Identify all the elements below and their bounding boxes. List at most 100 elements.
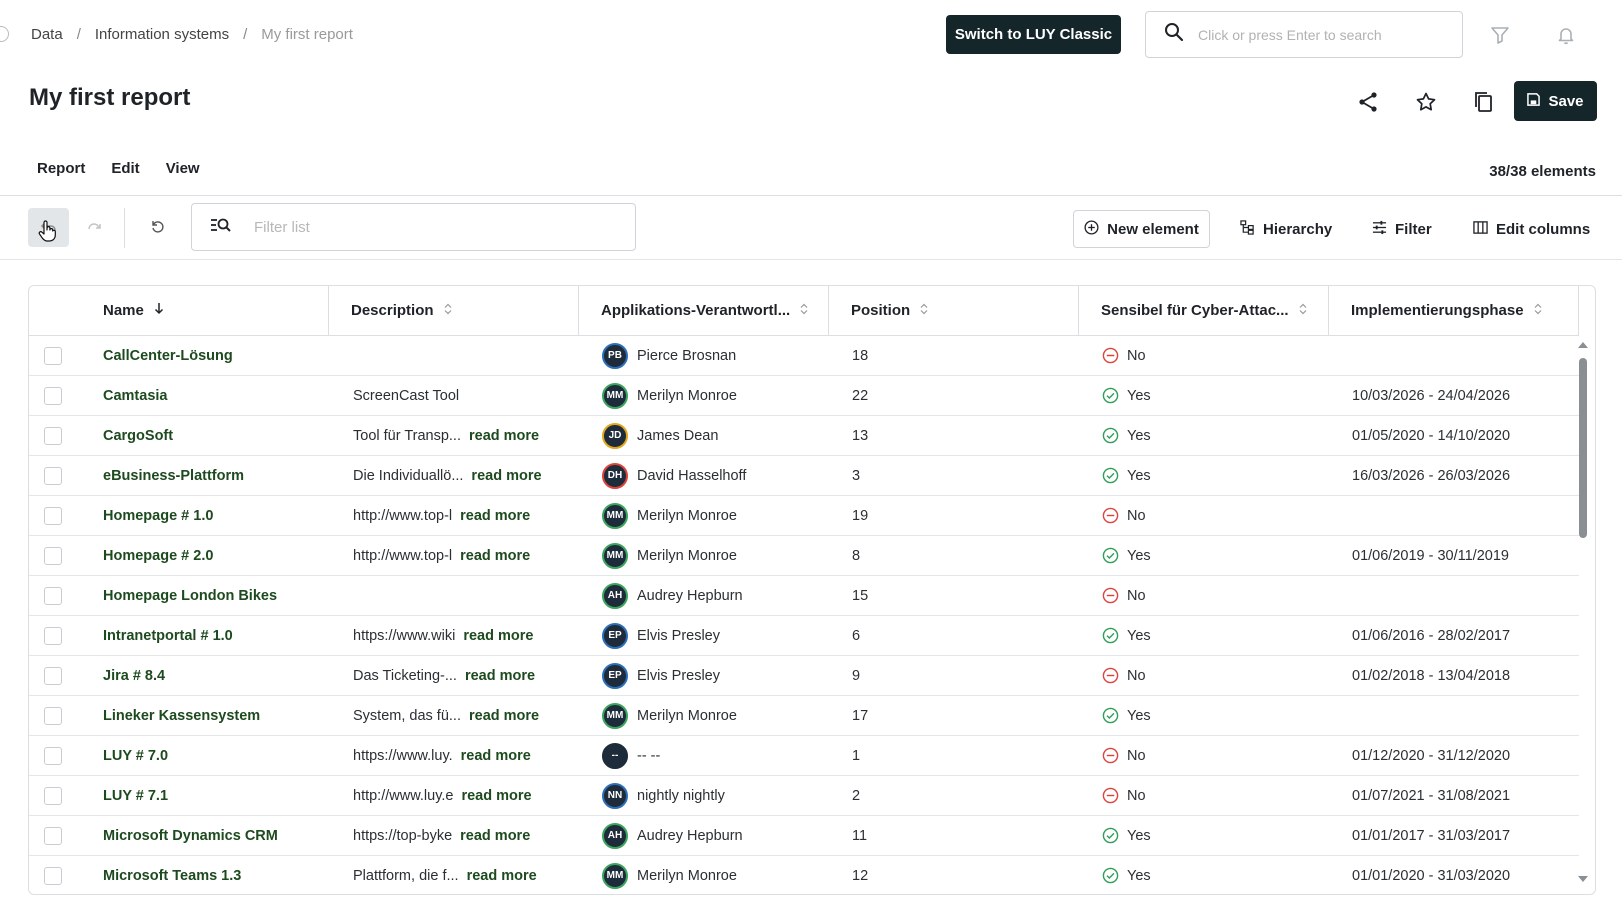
copy-icon[interactable] [1469, 88, 1497, 116]
avatar: MM [602, 542, 628, 569]
read-more-link[interactable]: read more [460, 508, 530, 524]
table-row[interactable]: Homepage London Bikes AH Audrey Hepburn 15 N… [29, 576, 1579, 616]
row-checkbox[interactable] [44, 707, 62, 725]
table-row[interactable]: Homepage # 2.0 http://www.top-l read more M… [29, 536, 1579, 576]
filter-list-field[interactable] [191, 203, 636, 251]
switch-classic-button[interactable]: Switch to LUY Classic [946, 15, 1121, 54]
row-checkbox[interactable] [44, 627, 62, 645]
table-row[interactable]: Lineker Kassensystem System, das fü... rea… [29, 696, 1579, 736]
position-cell: 12 [852, 867, 869, 884]
table-row[interactable]: Jira # 8.4 Das Ticketing-... read more EP El… [29, 656, 1579, 696]
row-checkbox[interactable] [44, 827, 62, 845]
column-header-cyber[interactable]: Sensibel für Cyber-Attac... [1079, 286, 1329, 335]
read-more-link[interactable]: read more [460, 828, 530, 844]
table-row[interactable]: Intranetportal # 1.0 https://www.wiki read… [29, 616, 1579, 656]
owner-cell: AH Audrey Hepburn [602, 582, 743, 609]
undo-button[interactable] [28, 208, 69, 247]
column-header-owner[interactable]: Applikations-Verantwortl... [579, 286, 829, 335]
element-name-link[interactable]: Microsoft Dynamics CRM [103, 828, 278, 844]
read-more-link[interactable]: read more [469, 708, 539, 724]
menu-view[interactable]: View [157, 160, 209, 177]
table-row[interactable]: Microsoft Teams 1.3 Plattform, die f... re… [29, 856, 1579, 894]
element-name-link[interactable]: CargoSoft [103, 428, 173, 444]
row-checkbox[interactable] [44, 507, 62, 525]
column-header-implementation[interactable]: Implementierungsphase [1329, 286, 1579, 335]
column-header-name[interactable]: Name [29, 286, 329, 335]
star-icon[interactable] [1412, 88, 1440, 116]
bell-icon[interactable] [1553, 22, 1579, 48]
hierarchy-button[interactable]: Hierarchy [1240, 210, 1332, 248]
global-search-input[interactable] [1196, 25, 1460, 44]
report-table: Name Description Applikations-Verantwort… [28, 285, 1596, 895]
read-more-link[interactable]: read more [463, 628, 533, 644]
table-row[interactable]: Microsoft Dynamics CRM https://top-byke re… [29, 816, 1579, 856]
table-row[interactable]: eBusiness-Plattform Die Individuallö... re… [29, 456, 1579, 496]
read-more-link[interactable]: read more [461, 788, 531, 804]
reset-button[interactable] [143, 212, 173, 242]
row-checkbox[interactable] [44, 747, 62, 765]
read-more-link[interactable]: read more [469, 428, 539, 444]
column-header-position[interactable]: Position [829, 286, 1079, 335]
share-icon[interactable] [1354, 88, 1382, 116]
element-name-link[interactable]: Lineker Kassensystem [103, 708, 260, 724]
redo-button[interactable] [80, 212, 110, 242]
filter-funnel-icon[interactable] [1487, 22, 1513, 48]
avatar: -- [602, 742, 628, 769]
element-name-link[interactable]: LUY # 7.0 [103, 748, 168, 764]
element-name-link[interactable]: Microsoft Teams 1.3 [103, 868, 241, 884]
row-checkbox[interactable] [44, 547, 62, 565]
column-header-description[interactable]: Description [329, 286, 579, 335]
row-checkbox[interactable] [44, 667, 62, 685]
breadcrumb-separator: / [76, 25, 81, 43]
read-more-link[interactable]: read more [465, 668, 535, 684]
scroll-thumb[interactable] [1579, 358, 1587, 538]
implementation-cell: 16/03/2026 - 26/03/2026 [1352, 467, 1511, 484]
read-more-link[interactable]: read more [460, 548, 530, 564]
menu-edit[interactable]: Edit [102, 160, 148, 177]
table-row[interactable]: CargoSoft Tool für Transp... read more JD Ja… [29, 416, 1579, 456]
element-name-link[interactable]: Jira # 8.4 [103, 668, 165, 684]
table-row[interactable]: CallCenter-Lösung PB Pierce Brosnan 18 No [29, 336, 1579, 376]
row-checkbox[interactable] [44, 387, 62, 405]
element-name-link[interactable]: Homepage # 2.0 [103, 548, 213, 564]
element-name-link[interactable]: Camtasia [103, 388, 167, 404]
table-row[interactable]: Homepage # 1.0 http://www.top-l read more M… [29, 496, 1579, 536]
owner-cell: JD James Dean [602, 422, 718, 449]
report-menu-bar: Report Edit View [28, 160, 217, 177]
filter-list-input[interactable] [252, 217, 616, 237]
row-checkbox[interactable] [44, 467, 62, 485]
cyber-cell: Yes [1102, 547, 1151, 564]
read-more-link[interactable]: read more [467, 868, 537, 884]
read-more-link[interactable]: read more [461, 748, 531, 764]
read-more-link[interactable]: read more [471, 468, 541, 484]
table-scrollbar[interactable] [1577, 336, 1589, 891]
element-name-link[interactable]: eBusiness-Plattform [103, 468, 244, 484]
edit-columns-button[interactable]: Edit columns [1473, 210, 1590, 248]
save-button[interactable]: Save [1514, 81, 1597, 121]
element-name-link[interactable]: LUY # 7.1 [103, 788, 168, 804]
row-checkbox[interactable] [44, 867, 62, 885]
element-name-link[interactable]: Homepage # 1.0 [103, 508, 213, 524]
row-checkbox[interactable] [44, 427, 62, 445]
filter-button[interactable]: Filter [1372, 210, 1432, 248]
element-name-link[interactable]: Intranetportal # 1.0 [103, 628, 233, 644]
table-row[interactable]: LUY # 7.1 http://www.luy.e read more NN nigh… [29, 776, 1579, 816]
global-search[interactable] [1145, 11, 1463, 58]
breadcrumb-information-systems[interactable]: Information systems [95, 26, 229, 43]
table-row[interactable]: Camtasia ScreenCast Tool MM Merilyn Monroe 2… [29, 376, 1579, 416]
row-checkbox[interactable] [44, 787, 62, 805]
table-header: Name Description Applikations-Verantwort… [29, 286, 1579, 336]
element-name-link[interactable]: CallCenter-Lösung [103, 348, 233, 364]
hierarchy-icon [1240, 219, 1255, 239]
menu-report[interactable]: Report [28, 160, 94, 177]
scroll-down-icon [1578, 876, 1588, 882]
table-row[interactable]: LUY # 7.0 https://www.luy. read more -- -- -… [29, 736, 1579, 776]
new-element-button[interactable]: New element [1073, 210, 1210, 248]
row-checkbox[interactable] [44, 587, 62, 605]
breadcrumb-data[interactable]: Data [31, 26, 63, 43]
description-text: Tool für Transp... [353, 427, 461, 444]
row-checkbox[interactable] [44, 347, 62, 365]
element-name-link[interactable]: Homepage London Bikes [103, 588, 277, 604]
implementation-cell: 01/01/2020 - 31/03/2020 [1352, 867, 1511, 884]
sliders-icon [1372, 220, 1387, 239]
